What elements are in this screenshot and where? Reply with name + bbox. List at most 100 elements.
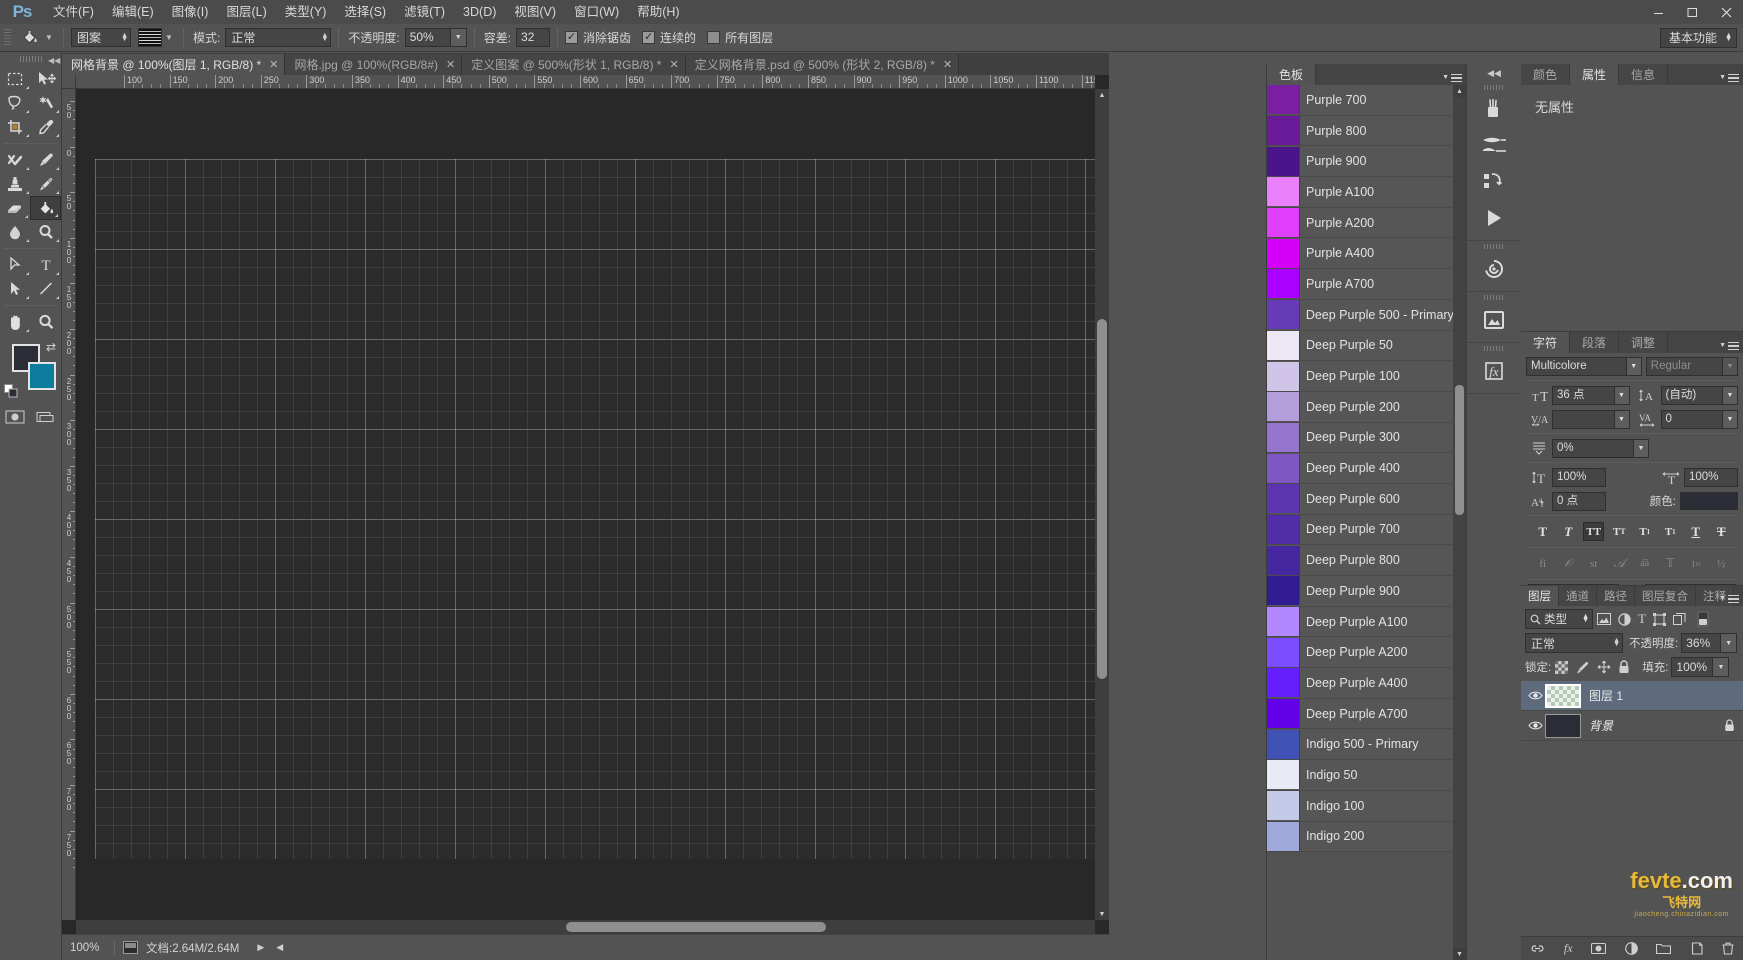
- default-colors-icon[interactable]: [4, 384, 18, 398]
- subscript-button[interactable]: T1: [1660, 522, 1681, 541]
- horizontal-ruler[interactable]: 100 150 200 250 300 350 400 450 500 550 600 650 700 7…: [76, 75, 1095, 89]
- menu-edit[interactable]: 编辑(E): [103, 0, 163, 24]
- swatch-color-chip[interactable]: [1267, 269, 1300, 299]
- close-icon[interactable]: ✕: [446, 58, 455, 71]
- dock-grip[interactable]: [1467, 292, 1521, 302]
- text-color-swatch[interactable]: [1680, 492, 1738, 510]
- document-tab-2[interactable]: 定义图案 @ 500%(形状 1, RGB/8) * ✕: [462, 54, 686, 75]
- minimize-button[interactable]: [1641, 0, 1675, 24]
- layer-thumbnail[interactable]: [1545, 683, 1581, 708]
- tab-info[interactable]: 信息: [1619, 64, 1669, 85]
- background-color-swatch[interactable]: [28, 362, 56, 390]
- swatch-color-chip[interactable]: [1267, 85, 1300, 115]
- tolerance-input[interactable]: 32: [516, 28, 551, 47]
- swatch-row[interactable]: Purple 700: [1267, 85, 1453, 116]
- filter-toggle-icon[interactable]: [1697, 611, 1709, 627]
- tab-properties[interactable]: 属性: [1570, 64, 1620, 85]
- expand-panels-icon[interactable]: ◀◀: [1467, 64, 1521, 82]
- tab-paths[interactable]: 路径: [1597, 586, 1635, 606]
- lasso-tool[interactable]: [0, 91, 31, 115]
- scroll-up-icon[interactable]: ▲: [1453, 85, 1466, 97]
- swatch-row[interactable]: Deep Purple A700: [1267, 698, 1453, 730]
- move-tool[interactable]: [31, 67, 62, 91]
- font-style-input[interactable]: Regular: [1645, 357, 1723, 376]
- font-family-dropdown-icon[interactable]: ▼: [1626, 357, 1642, 376]
- baseline-shift-input[interactable]: 0 点: [1552, 491, 1606, 511]
- dock-grip[interactable]: [1467, 241, 1521, 251]
- menu-window[interactable]: 窗口(W): [565, 0, 628, 24]
- swatch-row[interactable]: Deep Purple 700: [1267, 514, 1453, 546]
- layer-fill-input[interactable]: 100%: [1671, 657, 1714, 677]
- panel-menu-icon[interactable]: ▼: [1442, 73, 1462, 82]
- ordinals-button[interactable]: 1st: [1685, 554, 1706, 573]
- vertical-scale-alt-dropdown-icon[interactable]: ▼: [1634, 438, 1649, 458]
- close-button[interactable]: [1709, 0, 1743, 24]
- swatch-color-chip[interactable]: [1267, 729, 1300, 759]
- swatch-row[interactable]: Purple 800: [1267, 115, 1453, 147]
- swatch-row[interactable]: Deep Purple 300: [1267, 422, 1453, 454]
- contextual-alternates-button[interactable]: 𝒪: [1558, 554, 1579, 573]
- swatch-color-chip[interactable]: [1267, 146, 1300, 176]
- panel-menu-icon[interactable]: ▼: [1719, 341, 1739, 350]
- dock-grip[interactable]: [1467, 82, 1521, 92]
- all-layers-checkbox-wrap[interactable]: ✓ 所有图层: [707, 29, 773, 46]
- opacity-input[interactable]: 50%: [404, 28, 451, 47]
- tab-layers[interactable]: 图层: [1521, 586, 1559, 606]
- dodge-tool[interactable]: [31, 220, 62, 244]
- menu-image[interactable]: 图像(I): [163, 0, 218, 24]
- scrollbar-thumb[interactable]: [1097, 319, 1107, 679]
- layer-visibility-icon[interactable]: [1525, 690, 1545, 701]
- history-icon[interactable]: [1467, 251, 1521, 287]
- filter-shape-icon[interactable]: [1652, 612, 1666, 626]
- swatch-color-chip[interactable]: [1267, 116, 1300, 146]
- swatch-color-chip[interactable]: [1267, 760, 1300, 790]
- swatch-color-chip[interactable]: [1267, 545, 1300, 575]
- swatch-color-chip[interactable]: [1267, 361, 1300, 391]
- menu-3d[interactable]: 3D(D): [454, 0, 505, 24]
- swatch-color-chip[interactable]: [1267, 607, 1300, 637]
- swatch-row[interactable]: Deep Purple 200: [1267, 391, 1453, 423]
- swatch-row[interactable]: Deep Purple 600: [1267, 483, 1453, 515]
- layer-visibility-icon[interactable]: [1525, 720, 1545, 731]
- document-tab-1[interactable]: 网格.jpg @ 100%(RGB/8#) ✕: [285, 54, 463, 75]
- layer-opacity-dropdown-icon[interactable]: ▼: [1721, 633, 1738, 653]
- antialias-checkbox-wrap[interactable]: ✓ 消除锯齿: [565, 29, 631, 46]
- panel-menu-icon[interactable]: ▼: [1719, 73, 1739, 82]
- oldstyle-button[interactable]: a͞a: [1634, 554, 1655, 573]
- tool-preset-caret-icon[interactable]: ▼: [42, 28, 56, 48]
- swatch-row[interactable]: Deep Purple 100: [1267, 361, 1453, 392]
- scroll-down-icon[interactable]: ▼: [1095, 908, 1109, 920]
- swatch-color-chip[interactable]: [1267, 821, 1300, 851]
- layer-thumbnail[interactable]: [1545, 713, 1581, 738]
- swatch-row[interactable]: Purple A200: [1267, 207, 1453, 239]
- scroll-up-icon[interactable]: ▲: [1095, 89, 1109, 101]
- superscript-button[interactable]: T1: [1634, 522, 1655, 541]
- crop-tool[interactable]: [0, 115, 31, 139]
- opacity-dropdown-icon[interactable]: ▼: [450, 28, 467, 47]
- font-size-dropdown-icon[interactable]: ▼: [1614, 385, 1630, 405]
- faux-italic-button[interactable]: T: [1558, 522, 1579, 541]
- swatch-row[interactable]: Deep Purple A400: [1267, 668, 1453, 699]
- vertical-scale-input[interactable]: 100%: [1552, 467, 1606, 487]
- styles-icon[interactable]: fx: [1467, 353, 1521, 389]
- swatch-row[interactable]: Indigo 200: [1267, 821, 1453, 853]
- fill-source-select[interactable]: 图案 ▲ ▼: [71, 28, 131, 47]
- delete-layer-icon[interactable]: [1722, 942, 1734, 955]
- magic-wand-tool[interactable]: [31, 91, 62, 115]
- tab-collapse-icon[interactable]: ◀◀: [48, 56, 60, 65]
- lock-image-icon[interactable]: [1575, 661, 1590, 674]
- filter-pixel-icon[interactable]: [1597, 613, 1611, 625]
- layer-style-icon[interactable]: fx: [1564, 941, 1573, 956]
- strikethrough-button[interactable]: T: [1711, 522, 1732, 541]
- swatch-color-chip[interactable]: [1267, 330, 1300, 360]
- document-tab-0[interactable]: 网格背景 @ 100%(图层 1, RGB/8) * ✕: [62, 54, 286, 75]
- swatch-row[interactable]: Indigo 50: [1267, 760, 1453, 791]
- type-tool[interactable]: T: [31, 253, 62, 277]
- brush-settings-icon[interactable]: [1467, 128, 1521, 164]
- font-size-input[interactable]: 36 点: [1552, 385, 1615, 405]
- all-caps-button[interactable]: TT: [1583, 522, 1605, 541]
- contiguous-checkbox-wrap[interactable]: ✓ 连续的: [642, 29, 696, 46]
- lock-transparency-icon[interactable]: [1555, 660, 1569, 674]
- actions-icon[interactable]: [1467, 302, 1521, 338]
- swatch-color-chip[interactable]: [1267, 699, 1300, 729]
